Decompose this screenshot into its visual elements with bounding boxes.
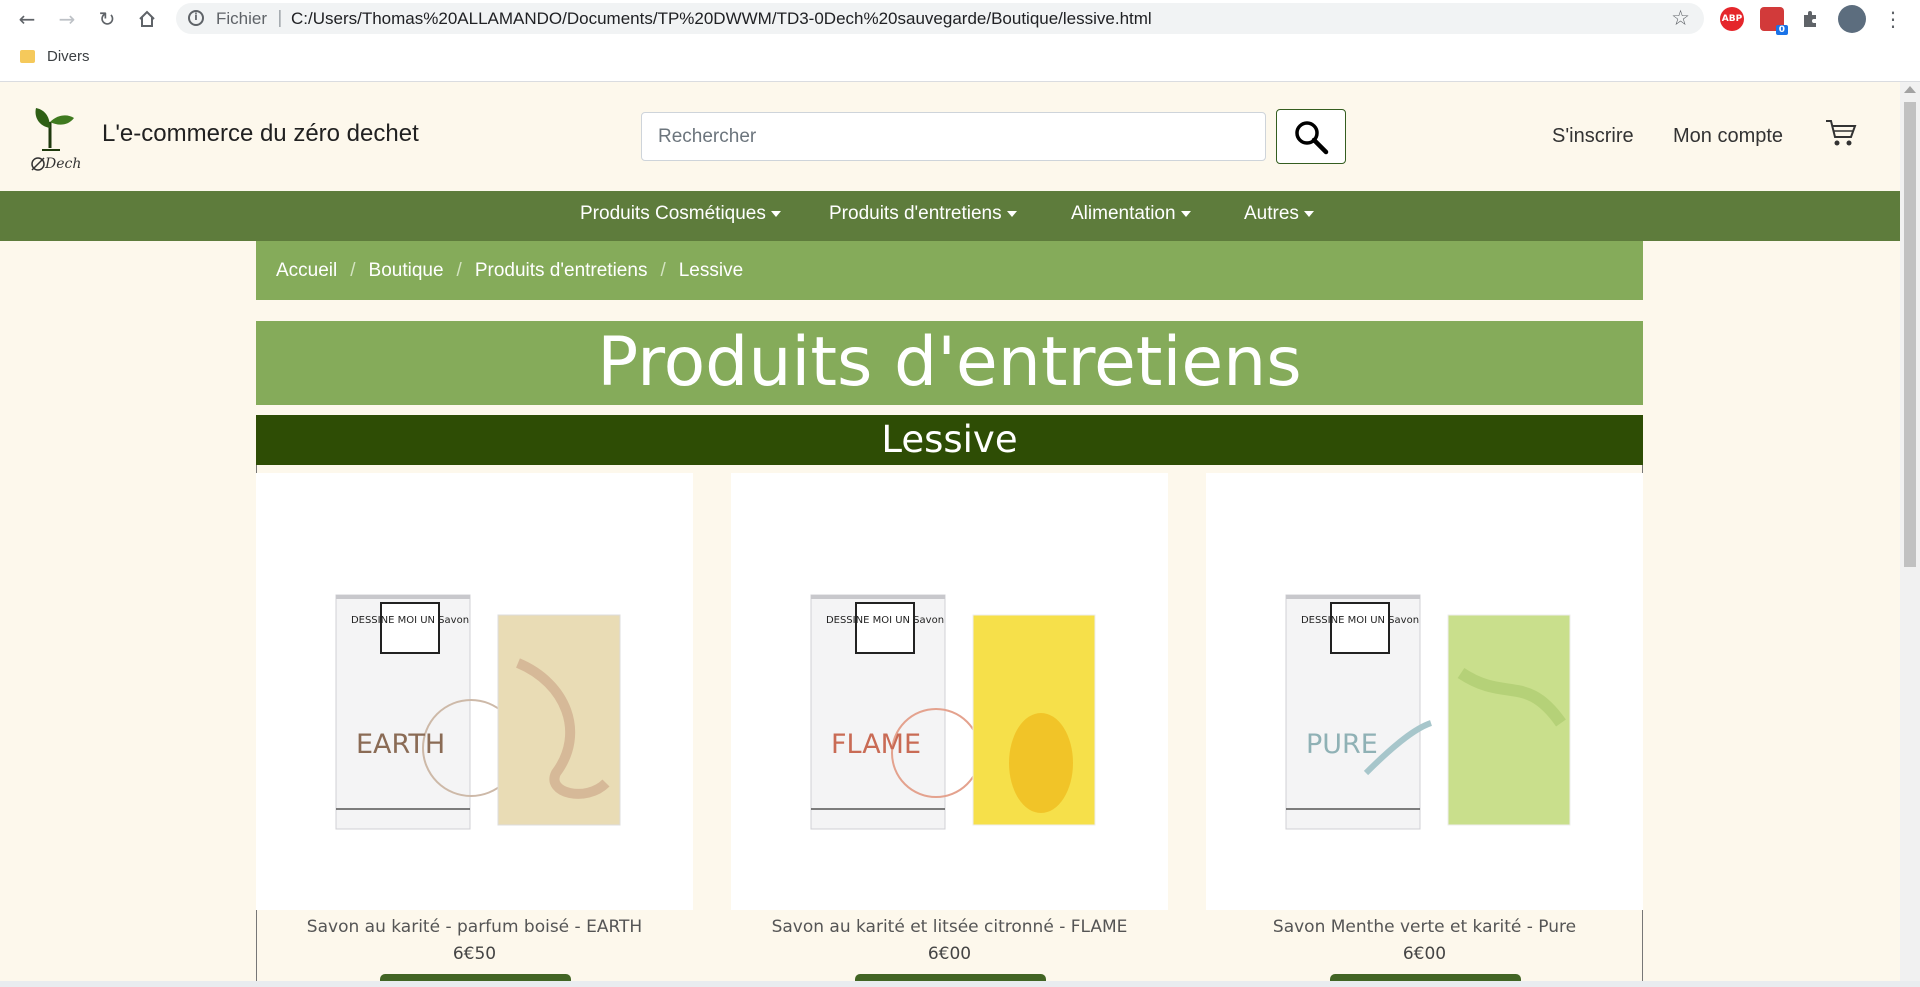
folder-icon: [20, 50, 35, 63]
product-card[interactable]: DESSINE MOI UN Savon EARTH Savon au kari…: [256, 473, 693, 987]
home-icon[interactable]: [134, 6, 160, 32]
search-input[interactable]: [641, 112, 1266, 161]
account-link[interactable]: Mon compte: [1673, 125, 1783, 148]
box-label: PURE: [1306, 729, 1378, 760]
box-label: EARTH: [356, 729, 445, 760]
extension-icon[interactable]: 0: [1760, 7, 1788, 35]
product-price: 6€00: [927, 944, 972, 964]
box-brand: DESSINE MOI UN Savon: [351, 615, 469, 626]
url-text[interactable]: C:/Users/Thomas%20ALLAMANDO/Documents/TP…: [291, 9, 1152, 29]
box-brand: DESSINE MOI UN Savon: [1301, 615, 1419, 626]
breadcrumb-current: Lessive: [678, 259, 744, 281]
browser-toolbar: ← → ↻ i Fichier | C:/Users/Thomas%20ALLA…: [0, 0, 1920, 38]
product-name[interactable]: Savon au karité - parfum boisé - EARTH: [256, 917, 693, 937]
site-logo[interactable]: Dech: [28, 100, 90, 172]
breadcrumb-separator: /: [456, 259, 462, 281]
bookmarks-bar: Divers: [0, 38, 1920, 82]
product-price: 6€00: [1402, 944, 1447, 964]
soap-illustration: DESSINE MOI UN Savon EARTH: [335, 594, 621, 830]
soap-illustration: DESSINE MOI UN Savon PURE: [1285, 594, 1571, 830]
page-title: Produits d'entretiens: [256, 321, 1643, 405]
product-image[interactable]: DESSINE MOI UN Savon EARTH: [256, 473, 693, 910]
caret-down-icon: [770, 210, 781, 217]
search-icon: [1295, 120, 1329, 154]
product-card[interactable]: DESSINE MOI UN Savon FLAME Savon au kari…: [731, 473, 1168, 987]
window-bottom-edge: [0, 981, 1920, 987]
site-title[interactable]: L'e-commerce du zéro dechet: [102, 120, 419, 148]
nav-cosmetics[interactable]: Produits Cosmétiques: [580, 203, 781, 225]
breadcrumb-cleaning[interactable]: Produits d'entretiens: [475, 260, 648, 282]
page-viewport: Dech L'e-commerce du zéro dechet S'inscr…: [0, 82, 1900, 987]
box-brand: DESSINE MOI UN Savon: [826, 615, 944, 626]
scroll-up-arrow-icon[interactable]: [1904, 86, 1916, 93]
box-label: FLAME: [831, 729, 921, 760]
logo-text: Dech: [44, 156, 81, 172]
forward-arrow-icon[interactable]: →: [54, 6, 80, 32]
product-image[interactable]: DESSINE MOI UN Savon FLAME: [731, 473, 1168, 910]
breadcrumb-home[interactable]: Accueil: [276, 260, 337, 282]
site-info-icon[interactable]: i: [188, 10, 204, 26]
search-button[interactable]: [1276, 109, 1346, 164]
caret-down-icon: [1006, 210, 1017, 217]
nav-cosmetics-label: Produits Cosmétiques: [580, 203, 766, 224]
page-scrollbar[interactable]: [1900, 82, 1920, 987]
signup-link[interactable]: S'inscrire: [1552, 125, 1634, 148]
caret-down-icon: [1303, 210, 1314, 217]
profile-avatar[interactable]: [1838, 5, 1866, 33]
product-name[interactable]: Savon Menthe verte et karité - Pure: [1206, 917, 1643, 937]
breadcrumb: Accueil / Boutique / Produits d'entretie…: [256, 241, 1643, 300]
url-scheme: Fichier: [216, 9, 268, 28]
nav-other[interactable]: Autres: [1244, 203, 1314, 225]
breadcrumb-shop[interactable]: Boutique: [369, 260, 444, 282]
puzzle-extensions-icon[interactable]: [1798, 7, 1822, 31]
breadcrumb-separator: /: [660, 259, 666, 281]
breadcrumb-separator: /: [350, 259, 356, 281]
menu-kebab-icon[interactable]: ⋮: [1880, 6, 1906, 32]
nav-food-label: Alimentation: [1071, 203, 1176, 224]
soap-illustration: DESSINE MOI UN Savon FLAME: [810, 594, 1096, 830]
url-separator: |: [277, 8, 283, 28]
scroll-thumb[interactable]: [1904, 102, 1916, 567]
adblock-label: ABP: [1721, 14, 1743, 24]
bookmark-folder-divers[interactable]: Divers: [47, 48, 90, 65]
product-card[interactable]: DESSINE MOI UN Savon PURE Savon Menthe v…: [1206, 473, 1643, 987]
extension-badge: 0: [1775, 25, 1788, 35]
nav-other-label: Autres: [1244, 203, 1299, 224]
adblock-icon[interactable]: ABP: [1720, 7, 1744, 31]
section-title: Lessive: [256, 415, 1643, 465]
bookmark-star-icon[interactable]: ☆: [1671, 6, 1690, 30]
product-image[interactable]: DESSINE MOI UN Savon PURE: [1206, 473, 1643, 910]
product-price: 6€50: [452, 944, 497, 964]
cart-icon[interactable]: [1825, 118, 1857, 148]
back-arrow-icon[interactable]: ←: [14, 6, 40, 32]
product-name[interactable]: Savon au karité et litsée citronné - FLA…: [731, 917, 1168, 937]
reload-icon[interactable]: ↻: [94, 6, 120, 32]
address-bar[interactable]: i Fichier | C:/Users/Thomas%20ALLAMANDO/…: [176, 3, 1704, 34]
caret-down-icon: [1180, 210, 1191, 217]
category-navbar: Produits Cosmétiques Produits d'entretie…: [0, 191, 1900, 241]
nav-cleaning[interactable]: Produits d'entretiens: [829, 203, 1017, 225]
nav-food[interactable]: Alimentation: [1071, 203, 1191, 225]
nav-cleaning-label: Produits d'entretiens: [829, 203, 1002, 224]
